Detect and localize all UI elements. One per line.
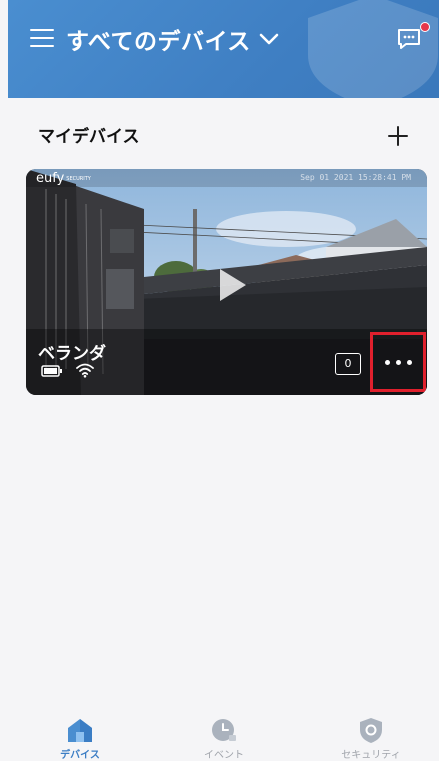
wifi-icon — [76, 363, 94, 378]
tab-events[interactable]: イベント — [164, 708, 284, 761]
play-icon[interactable] — [210, 265, 250, 305]
clock-icon — [212, 719, 236, 741]
header-title: すべてのデバイス — [66, 29, 251, 55]
notification-dot — [420, 22, 430, 32]
more-icon — [384, 359, 390, 365]
tab-devices[interactable]: デバイス — [20, 708, 140, 761]
battery-icon — [41, 365, 62, 377]
add-device-button[interactable] — [386, 124, 410, 148]
device-filter-dropdown[interactable]: すべてのデバイス — [66, 22, 279, 56]
tab-security[interactable]: セキュリティ — [311, 708, 431, 761]
chevron-down-icon — [259, 33, 279, 45]
shield-icon — [360, 718, 382, 743]
home-icon — [68, 719, 92, 742]
message-icon[interactable] — [396, 26, 422, 52]
event-count-badge[interactable]: 0 — [335, 353, 361, 375]
bottom-tab-bar: デバイス イベント セキュリティ — [8, 708, 439, 761]
app-screen: すべてのデバイス マイデバイス eufy SECURITY Sep 01 202… — [8, 0, 439, 761]
more-options-button[interactable] — [370, 332, 426, 392]
device-name: ベランダ — [38, 344, 106, 364]
section-title: マイデバイス — [38, 127, 140, 147]
eufy-logo: eufy SECURITY — [36, 171, 91, 186]
device-card[interactable]: eufy SECURITY Sep 01 2021 15:28:41 PM ベラン… — [26, 169, 427, 395]
hamburger-menu-icon[interactable] — [30, 28, 54, 48]
app-header: すべてのデバイス — [8, 0, 439, 98]
camera-timestamp: Sep 01 2021 15:28:41 PM — [300, 173, 411, 182]
